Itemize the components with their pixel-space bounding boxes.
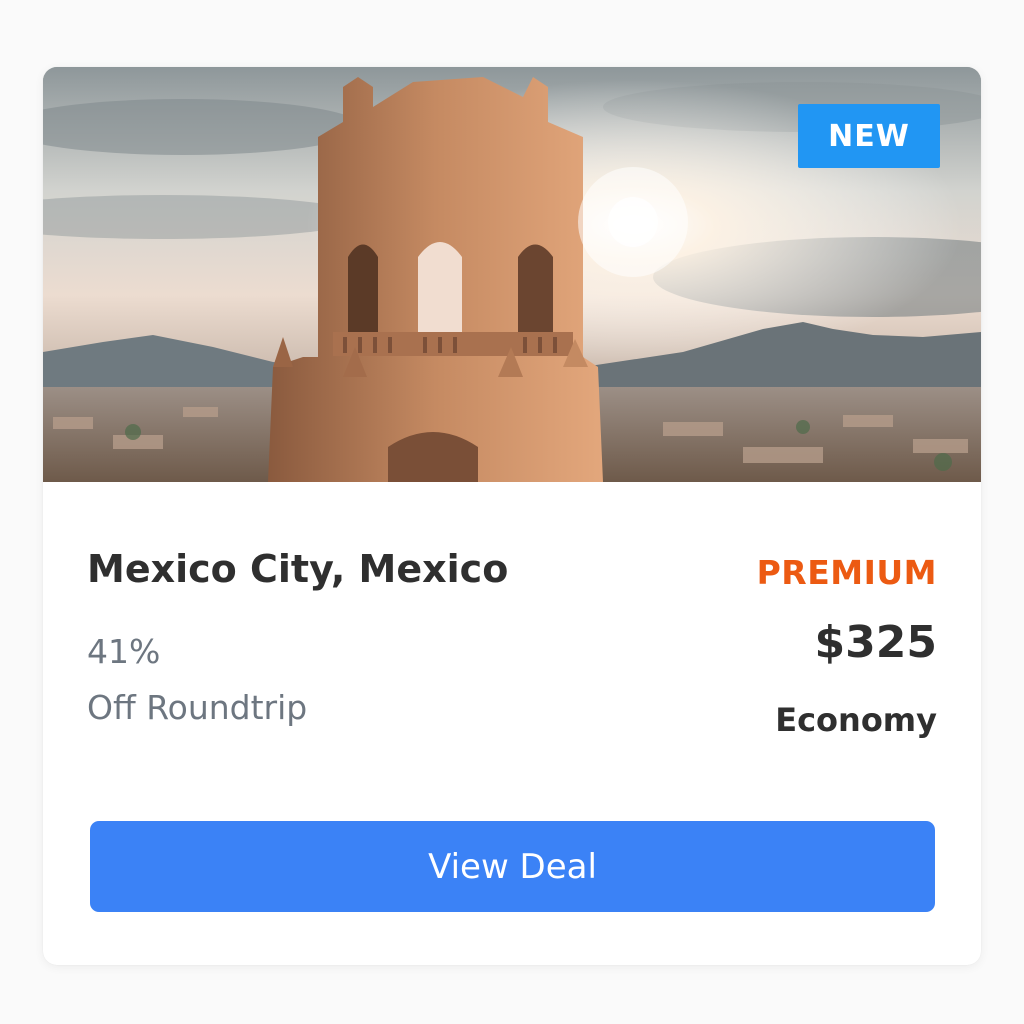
destination-photo: NEW <box>43 67 981 482</box>
cabin-class: Economy <box>775 701 937 739</box>
price: $325 <box>814 617 937 668</box>
tier-label: PREMIUM <box>756 553 937 592</box>
deal-card[interactable]: NEW Mexico City, Mexico 41% Off Roundtri… <box>43 67 981 965</box>
discount-info: 41% Off Roundtrip <box>87 624 307 736</box>
discount-label: Off Roundtrip <box>87 688 308 727</box>
destination-title: Mexico City, Mexico <box>87 547 509 591</box>
new-badge: NEW <box>798 104 940 168</box>
view-deal-button[interactable]: View Deal <box>90 821 935 912</box>
discount-percent: 41% <box>87 632 161 671</box>
